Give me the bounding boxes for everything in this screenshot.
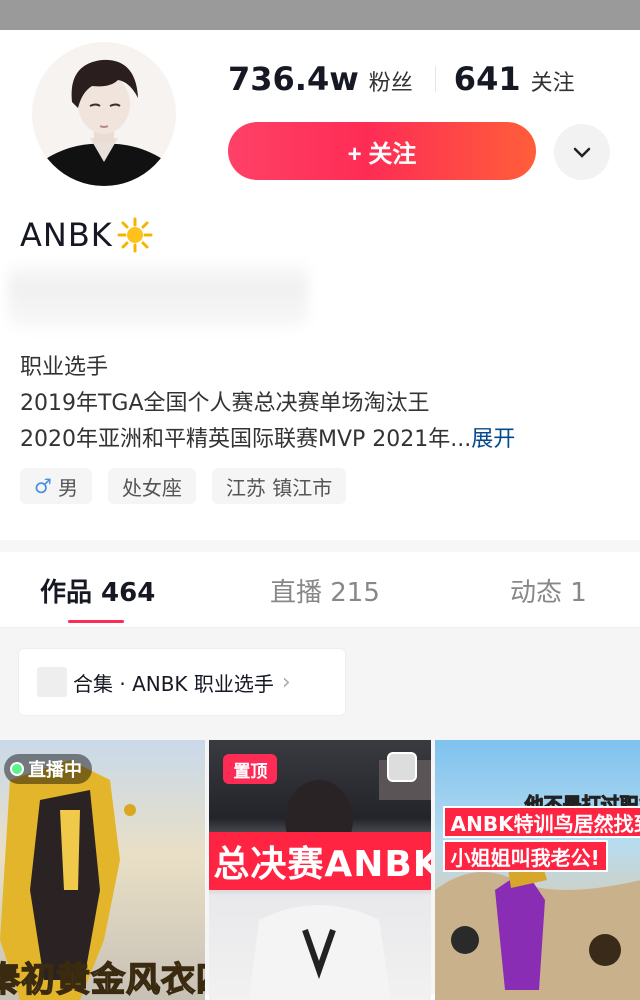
bio-line-3: 2020年亚洲和平精英国际联赛MVP 2021年...展开	[20, 422, 515, 458]
video-1-caption: 秦初黄金风衣四	[0, 959, 205, 1000]
profile-header: 736.4w 粉丝 641 关注 + 关注 ANBK 职业选手 2019年TGA…	[0, 30, 640, 560]
gender-label: 男	[57, 475, 78, 500]
profile-name-text: ANBK	[20, 216, 113, 254]
collection-entry[interactable]: 合集 · ANBK 职业选手 ›	[18, 648, 346, 716]
tab-live[interactable]: 直播 215	[270, 572, 380, 609]
chevron-right-icon: ›	[281, 669, 291, 695]
location-tag: 江苏 镇江市	[211, 468, 347, 504]
gender-tag: ♂ 男	[20, 468, 92, 504]
section-gap	[0, 540, 640, 552]
bio-expand-link[interactable]: 展开	[471, 427, 515, 452]
zodiac-tag: 处女座	[107, 468, 196, 504]
works-content: 合集 · ANBK 职业选手 › 直播中 秦初黄金风衣四 置顶 总决赛ANBK居	[0, 628, 640, 1000]
video-thumbnail-3[interactable]: 他不是打过职业的 ANBK特训鸟居然找到 小姐姐叫我老公!	[434, 740, 640, 1000]
following-label[interactable]: 关注	[531, 65, 575, 97]
tab-works[interactable]: 作品 464	[40, 572, 155, 609]
chevron-down-icon	[573, 147, 591, 158]
live-badge-label: 直播中	[28, 760, 82, 781]
blurred-signature-area	[8, 258, 308, 328]
collection-thumbnail	[37, 667, 67, 697]
live-dot-icon	[12, 764, 22, 774]
bio-line-3-text: 2020年亚洲和平精英国际联赛MVP 2021年...	[20, 427, 472, 452]
bio-line-1: 职业选手	[20, 355, 109, 380]
video-grid: 直播中 秦初黄金风衣四 置顶 总决赛ANBK居 他不是打过职业的	[0, 740, 640, 1000]
male-icon: ♂	[34, 474, 52, 498]
active-tab-indicator	[68, 620, 124, 623]
avatar[interactable]	[32, 42, 176, 186]
status-bar	[0, 0, 640, 30]
following-count[interactable]: 641	[454, 60, 521, 98]
live-badge: 直播中	[4, 754, 92, 784]
stats-row: 736.4w 粉丝 641 关注	[228, 60, 575, 98]
corner-sticker	[387, 752, 418, 782]
bio-line-2: 2019年TGA全国个人赛总决赛单场淘汰王	[20, 391, 430, 416]
more-options-button[interactable]	[554, 124, 610, 180]
video-thumbnail-2[interactable]: 置顶 总决赛ANBK居	[209, 740, 431, 1000]
profile-name: ANBK	[20, 216, 153, 254]
video-3-caption-line-1: ANBK特训鸟居然找到	[442, 806, 640, 838]
stats-divider	[434, 66, 436, 92]
pinned-badge: 置顶	[223, 754, 278, 784]
profile-tags: ♂ 男 处女座 江苏 镇江市	[20, 468, 347, 504]
sun-icon	[117, 217, 153, 253]
content-tabs: 作品 464 直播 215 动态 1	[0, 552, 640, 628]
tab-moments[interactable]: 动态 1	[510, 572, 587, 609]
collection-label: 合集 · ANBK 职业选手	[73, 671, 274, 696]
video-3-caption-line-2: 小姐姐叫我老公!	[442, 840, 608, 872]
video-2-caption-banner: 总决赛ANBK居	[209, 832, 431, 890]
video-thumbnail-1[interactable]: 直播中 秦初黄金风衣四	[0, 740, 206, 1000]
follow-button[interactable]: + 关注	[228, 122, 536, 180]
bio[interactable]: 职业选手 2019年TGA全国个人赛总决赛单场淘汰王 2020年亚洲和平精英国际…	[20, 350, 515, 458]
video-2-caption: 总决赛ANBK居	[213, 844, 431, 885]
followers-count[interactable]: 736.4w	[228, 60, 359, 98]
followers-label[interactable]: 粉丝	[369, 65, 413, 97]
